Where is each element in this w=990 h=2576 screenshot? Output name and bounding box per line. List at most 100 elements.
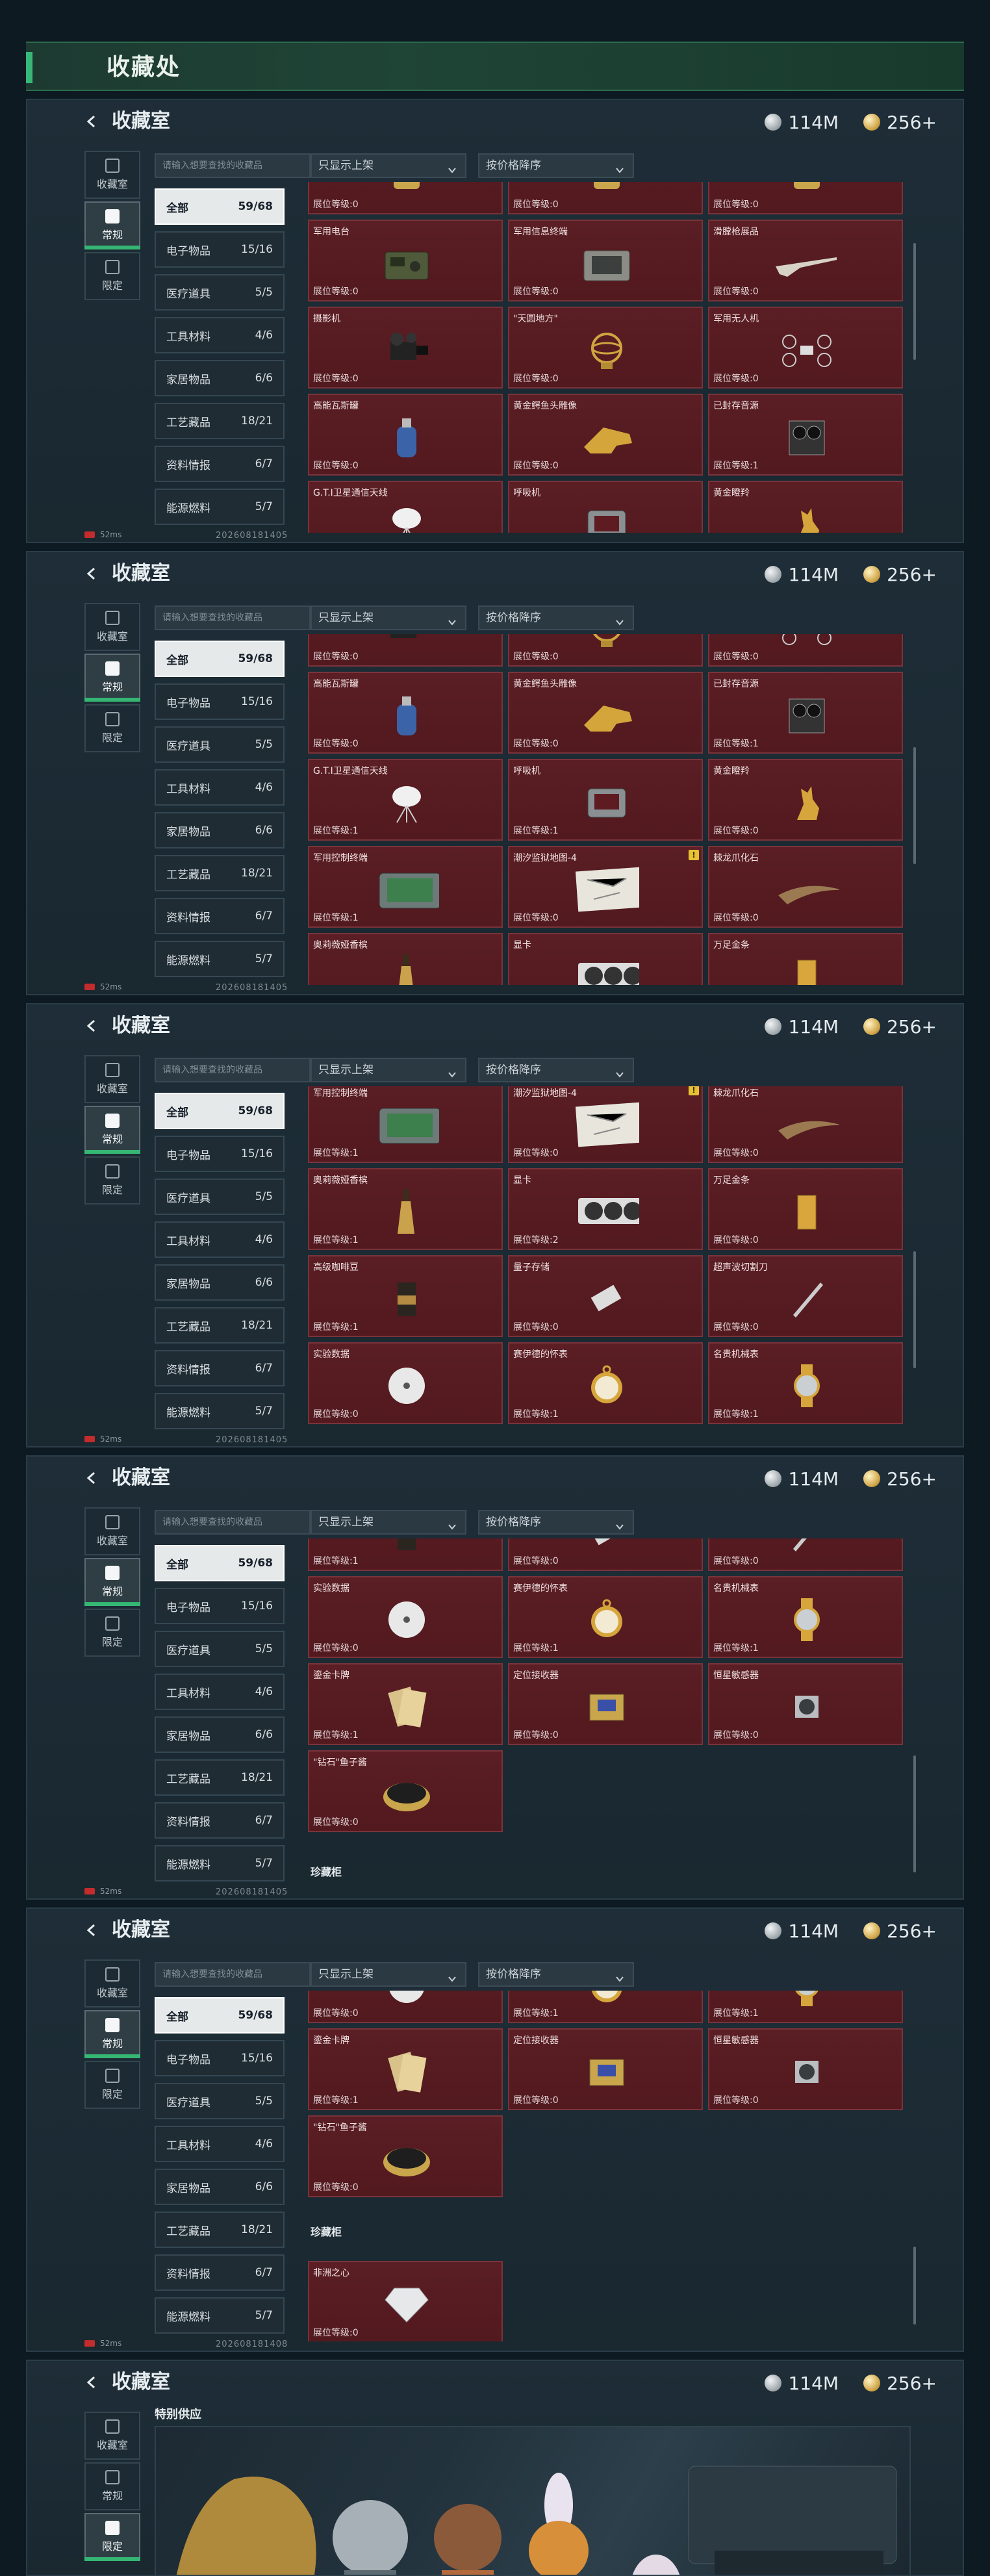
category-item[interactable]: 全部 59/68 [155,1093,285,1129]
collection-item-card[interactable]: 显卡展位等级:2 [508,933,703,985]
category-item[interactable]: 家居物品 6/6 [155,812,285,848]
category-item[interactable]: 工具材料 4/6 [155,769,285,806]
side-tab-limited[interactable]: 限定 [84,252,140,300]
category-item[interactable]: 能源燃料 5/7 [155,1845,285,1881]
side-tab-collection-room[interactable]: 收藏室 [84,1055,140,1103]
side-tab-limited[interactable]: 限定 [84,704,140,752]
scrollbar[interactable] [913,1755,916,1872]
collection-item-card[interactable]: "天圆地方"展位等级:0 [508,307,703,389]
gold-amount[interactable]: 256+ [887,2373,937,2394]
collection-item-card[interactable]: 棘龙爪化石 展位等级:0 [708,1086,903,1163]
sort-dropdown[interactable]: 按价格降序 [478,1510,634,1535]
category-item[interactable]: 电子物品 15/16 [155,231,285,268]
collection-item-card[interactable]: 摄影机展位等级:0 [308,634,503,667]
collection-item-card[interactable]: 黄金鳄鱼头雕像 展位等级:0 [508,672,703,754]
side-tab-regular[interactable]: 常规 [84,2010,140,2058]
back-arrow-icon[interactable] [84,2375,99,2390]
collection-item-card[interactable]: 量子存储展位等级:0 [508,1255,703,1337]
collection-item-card[interactable]: 呼吸机展位等级:1 [508,481,703,533]
search-input[interactable]: 请输入想要查找的收藏品 [155,1058,311,1082]
collection-item-card[interactable]: G.T.I卫星通信天线展位等级:1 [308,759,503,841]
side-tab-regular[interactable]: 常规 [84,1106,140,1154]
search-input[interactable]: 请输入想要查找的收藏品 [155,1962,311,1987]
collection-item-card[interactable]: 展位等级:0 [508,182,703,214]
collection-item-card[interactable]: 展位等级:0 [308,182,503,214]
category-item[interactable]: 全部 59/68 [155,1545,285,1581]
category-item[interactable]: 资料情报 6/7 [155,898,285,934]
side-tab-collection-room[interactable]: 收藏室 [84,1959,140,2008]
category-item[interactable]: 家居物品 6/6 [155,1716,285,1753]
collection-item-card[interactable]: 呼吸机展位等级:1 [508,759,703,841]
special-offer-banner[interactable] [155,2426,911,2575]
category-item[interactable]: 工具材料 4/6 [155,1674,285,1710]
collection-item-card[interactable]: 潮汐监狱地图-4 展位等级:0! [508,1086,703,1163]
collection-item-card[interactable]: 高级咖啡豆展位等级:1 [308,1538,503,1571]
filter-dropdown[interactable]: 只显示上架 [311,1510,466,1535]
collection-item-card[interactable]: G.T.I卫星通信天线展位等级:1 [308,481,503,533]
collection-item-card[interactable]: 实验数据展位等级:0 [308,1991,503,2023]
collection-item-card[interactable]: "天圆地方"展位等级:0 [508,634,703,667]
collection-item-card[interactable]: 名贵机械表展位等级:1 [708,1342,903,1424]
category-item[interactable]: 资料情报 6/7 [155,1802,285,1839]
gold-amount[interactable]: 256+ [887,1920,937,1942]
side-tab-limited[interactable]: 限定 [84,2061,140,2109]
collection-item-card[interactable]: 军用控制终端 展位等级:1 [308,1086,503,1163]
collection-item-card[interactable]: "钻石"鱼子酱 展位等级:0 [308,1750,503,1832]
side-tab-collection-room[interactable]: 收藏室 [84,1507,140,1555]
collection-item-card[interactable]: 高能瓦斯罐 展位等级:0 [308,672,503,754]
collection-item-card[interactable]: 高级咖啡豆展位等级:1 [308,1255,503,1337]
side-tab-regular[interactable]: 常规 [84,1558,140,1606]
filter-dropdown[interactable]: 只显示上架 [311,153,466,178]
collection-item-card[interactable]: 量子存储展位等级:0 [508,1538,703,1571]
collection-item-card[interactable]: 军用无人机展位等级:0 [708,307,903,389]
collection-item-card[interactable]: 军用信息终端 展位等级:0 [508,220,703,301]
collection-item-card[interactable]: 定位接收器 展位等级:0 [508,1663,703,1745]
back-arrow-icon[interactable] [84,1019,99,1033]
category-item[interactable]: 电子物品 15/16 [155,2040,285,2076]
collection-item-card[interactable]: 显卡展位等级:2 [508,1168,703,1250]
side-tab-collection-room[interactable]: 收藏室 [84,151,140,199]
collection-item-card[interactable]: 棘龙爪化石 展位等级:0 [708,846,903,928]
category-item[interactable]: 家居物品 6/6 [155,360,285,396]
side-tab-limited[interactable]: 限定 [84,1609,140,1657]
category-item[interactable]: 医疗道具 5/5 [155,2083,285,2119]
category-item[interactable]: 资料情报 6/7 [155,2254,285,2291]
category-item[interactable]: 工具材料 4/6 [155,2126,285,2162]
category-item[interactable]: 电子物品 15/16 [155,683,285,720]
side-tab-regular[interactable]: 常规 [84,2462,140,2510]
search-input[interactable]: 请输入想要查找的收藏品 [155,1510,311,1535]
collection-item-card[interactable]: 赛伊德的怀表展位等级:1 [508,1991,703,2023]
collection-item-card[interactable]: 实验数据展位等级:0 [308,1342,503,1424]
category-item[interactable]: 医疗道具 5/5 [155,726,285,763]
collection-item-card[interactable]: 超声波切割刀展位等级:0 [708,1538,903,1571]
sort-dropdown[interactable]: 按价格降序 [478,1058,634,1082]
back-arrow-icon[interactable] [84,567,99,581]
side-tab-collection-room[interactable]: 收藏室 [84,603,140,651]
collection-item-card[interactable]: 高能瓦斯罐 展位等级:0 [308,394,503,476]
collection-item-card[interactable]: 非洲之心 展位等级:0 [308,2261,503,2341]
category-item[interactable]: 全部 59/68 [155,641,285,677]
gold-amount[interactable]: 256+ [887,564,937,585]
category-item[interactable]: 能源燃料 5/7 [155,1393,285,1429]
category-item[interactable]: 医疗道具 5/5 [155,1631,285,1667]
side-tab-limited[interactable]: 限定 [84,2513,140,2561]
filter-dropdown[interactable]: 只显示上架 [311,1058,466,1082]
collection-item-card[interactable]: 超声波切割刀展位等级:0 [708,1255,903,1337]
collection-item-card[interactable]: 黄金瞪羚展位等级:0 [708,481,903,533]
collection-item-card[interactable]: 奥莉薇娅香槟展位等级:1 [308,933,503,985]
collection-item-card[interactable]: 已封存音源 展位等级:1 [708,672,903,754]
collection-item-card[interactable]: 赛伊德的怀表展位等级:1 [508,1576,703,1658]
collection-item-card[interactable]: 已封存音源 展位等级:1 [708,394,903,476]
collection-item-card[interactable]: 实验数据展位等级:0 [308,1576,503,1658]
category-item[interactable]: 家居物品 6/6 [155,1264,285,1301]
search-input[interactable]: 请输入想要查找的收藏品 [155,153,311,178]
category-item[interactable]: 医疗道具 5/5 [155,274,285,311]
category-item[interactable]: 工艺藏品 18/21 [155,855,285,891]
category-item[interactable]: 能源燃料 5/7 [155,941,285,977]
collection-item-card[interactable]: 恒星敏感器 展位等级:0 [708,2028,903,2110]
scrollbar[interactable] [913,243,916,360]
category-item[interactable]: 能源燃料 5/7 [155,2297,285,2334]
category-item[interactable]: 工具材料 4/6 [155,317,285,353]
collection-item-card[interactable]: 潮汐监狱地图-4 展位等级:0! [508,846,703,928]
category-item[interactable]: 家居物品 6/6 [155,2169,285,2205]
